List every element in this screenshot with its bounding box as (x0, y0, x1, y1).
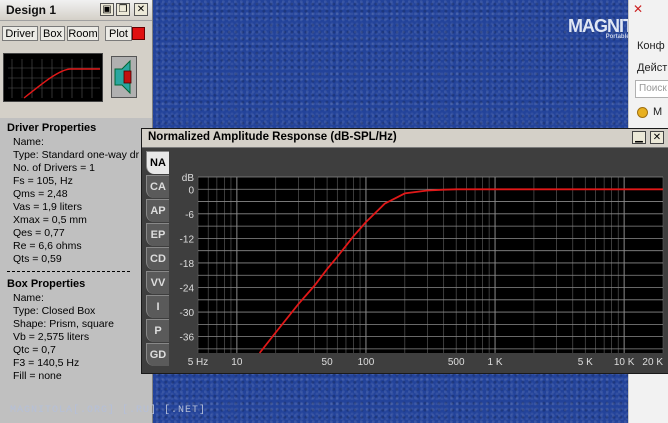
box-property: Vb = 2,575 liters (13, 331, 90, 343)
box-property: Shape: Prism, square (13, 318, 114, 330)
x-tick-label: 5 K (578, 357, 593, 368)
y-tick-label: -30 (180, 308, 195, 319)
y-tick-label: -12 (180, 234, 195, 245)
driver-property: No. of Drivers = 1 (13, 162, 95, 174)
box-property: Type: Closed Box (13, 305, 96, 317)
design-titlebar[interactable]: Design 1 ▣ ❐ ✕ (0, 0, 152, 21)
driver-properties-heading: Driver Properties (7, 122, 97, 134)
search-input[interactable]: Поиск (635, 80, 668, 98)
box-property: Fill = none (13, 370, 62, 382)
logo-text: MAGNIT (568, 16, 634, 36)
design-title: Design 1 (6, 3, 57, 17)
y-unit-label: dB (182, 173, 195, 184)
box-property: F3 = 140,5 Hz (13, 357, 80, 369)
driver-property: Qts = 0,59 (13, 253, 62, 265)
close-icon[interactable]: ✕ (650, 131, 664, 144)
driver-property: Fs = 105, Hz (13, 175, 73, 187)
graph-window: Normalized Amplitude Response (dB-SPL/Hz… (141, 128, 668, 374)
tab-gd[interactable]: GD (146, 343, 169, 366)
close-icon[interactable]: ✕ (134, 3, 148, 16)
box-property: Qtc = 0,7 (13, 344, 56, 356)
browser-menu-item[interactable]: Конф (637, 40, 665, 52)
x-tick-label: 5 Hz (188, 357, 209, 368)
tab-i[interactable]: I (146, 295, 169, 318)
x-tick-label: 100 (358, 357, 375, 368)
graph-titlebar[interactable]: Normalized Amplitude Response (dB-SPL/Hz… (142, 129, 668, 148)
tab-ep[interactable]: EP (146, 223, 169, 246)
driver-property: Re = 6,6 ohms (13, 240, 82, 252)
minimize-icon[interactable]: ▁ (632, 131, 646, 144)
color-swatch[interactable] (132, 27, 145, 40)
design-window: Design 1 ▣ ❐ ✕ Driver Box Room Plot Driv… (0, 0, 153, 423)
x-tick-label: 10 (231, 357, 243, 368)
browser-list-item-label: М (653, 106, 663, 118)
properties-panel: Driver Properties Name: Type: Standard o… (0, 118, 152, 423)
close-icon[interactable]: ✕ (633, 2, 643, 16)
save-icon[interactable]: ▣ (100, 3, 114, 16)
tab-ca[interactable]: CA (146, 175, 169, 198)
graph-title: Normalized Amplitude Response (dB-SPL/Hz… (148, 131, 397, 143)
y-tick-label: -6 (185, 210, 194, 221)
tab-room[interactable]: Room (67, 26, 99, 41)
browser-menu-item[interactable]: Дейст (637, 62, 667, 74)
tab-ap[interactable]: AP (146, 199, 169, 222)
speaker-icon[interactable] (111, 56, 137, 98)
plot-thumbnail[interactable] (3, 53, 103, 102)
x-tick-label: 10 K (614, 357, 635, 368)
y-tick-label: -24 (180, 284, 195, 295)
divider (7, 271, 130, 272)
tab-driver[interactable]: Driver (2, 26, 38, 41)
tab-box[interactable]: Box (40, 26, 65, 41)
restore-icon[interactable]: ❐ (116, 3, 130, 16)
y-tick-label: 0 (188, 185, 194, 196)
box-property: Name: (13, 292, 44, 304)
amplitude-chart: dB0 -6 -12 -18 -24 -30 -36 5 Hz 10 50 100 500 1 K 5 K… (169, 149, 665, 371)
driver-property: Vas = 1,9 liters (13, 201, 82, 213)
bulb-icon (637, 106, 648, 118)
y-tick-label: -36 (180, 333, 195, 344)
driver-property: Qes = 0,77 (13, 227, 65, 239)
driver-property: Xmax = 0,5 mm (13, 214, 87, 226)
site-footer: MAGNITOLA[.ORG] [.RU] [.NET] (10, 405, 207, 416)
driver-property: Qms = 2,48 (13, 188, 68, 200)
browser-list-item[interactable]: М (637, 106, 662, 118)
plot-area (198, 177, 663, 353)
driver-property: Type: Standard one-way dr (13, 149, 140, 161)
tab-cd[interactable]: CD (146, 247, 169, 270)
x-tick-label: 500 (448, 357, 465, 368)
tab-vv[interactable]: VV (146, 271, 169, 294)
tab-plot[interactable]: Plot (105, 26, 132, 41)
tab-p[interactable]: P (146, 319, 169, 342)
driver-property: Name: (13, 136, 44, 148)
x-tick-label: 20 K (642, 357, 663, 368)
tab-na[interactable]: NA (146, 151, 169, 174)
x-tick-label: 1 K (488, 357, 503, 368)
box-properties-heading: Box Properties (7, 278, 86, 290)
y-tick-label: -18 (180, 259, 195, 270)
x-tick-label: 50 (322, 357, 334, 368)
